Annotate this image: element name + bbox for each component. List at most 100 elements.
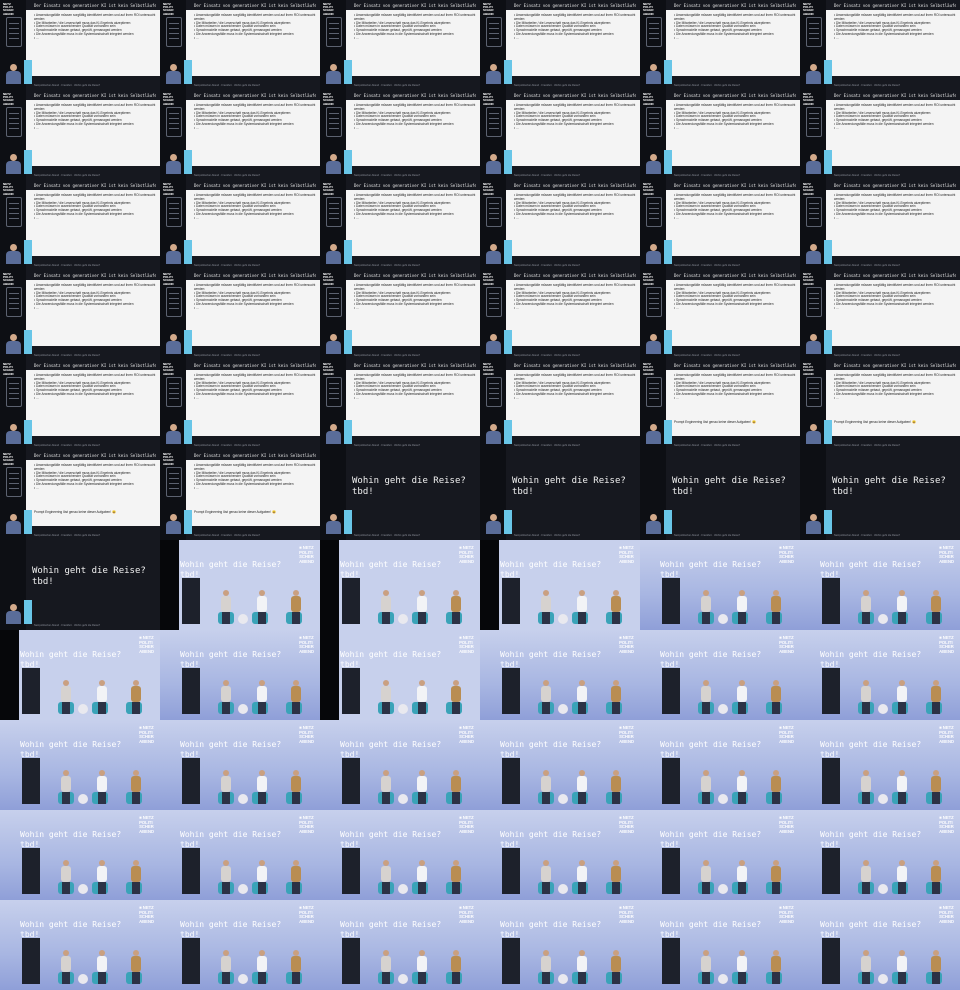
bullet-list: Anwendungsfälle müssen sorgfältig identi…	[674, 373, 796, 401]
panelist	[736, 950, 748, 984]
stage-photo: Wohin geht die Reise? tbd! ■ NETZ POLITI…	[640, 540, 800, 630]
bullet-list: Anwendungsfälle müssen sorgfältig identi…	[34, 13, 156, 41]
panelist	[380, 680, 392, 714]
bullet-list: Anwendungsfälle müssen sorgfältig identi…	[834, 103, 956, 131]
event-logo: NETZ POLITI SCHER ABEND	[3, 272, 14, 286]
side-table	[878, 884, 888, 894]
bullet-item: ...	[514, 396, 636, 401]
video-frame: Wohin geht die Reise? tbd! ■ NETZ POLITI…	[480, 900, 640, 990]
video-frame: NETZ POLITI SCHER ABEND Der Einsatz von …	[800, 0, 960, 90]
panelist	[256, 950, 268, 984]
panelist	[576, 950, 588, 984]
tower-illustration	[486, 107, 502, 137]
stage-logo: ■ NETZ POLITI SCHER ABEND	[619, 815, 634, 834]
slide-title: Der Einsatz von generativer KI ist kein …	[194, 453, 316, 458]
bullet-item: ...	[514, 306, 636, 311]
podium	[182, 758, 200, 804]
bullet-list: Anwendungsfälle müssen sorgfältig identi…	[514, 193, 636, 221]
panelist	[290, 680, 302, 714]
podium	[342, 938, 360, 984]
speaker-thumbnail	[324, 154, 342, 174]
panelist	[540, 680, 552, 714]
slide-footer: Netzpolitischer Abend · Frankfurt · Wohi…	[354, 354, 421, 357]
panelist	[700, 950, 712, 984]
video-frame: NETZ POLITI SCHER ABEND Der Einsatz von …	[480, 360, 640, 450]
slide-footer: Netzpolitischer Abend · Frankfurt · Wohi…	[674, 84, 741, 87]
accent-bar	[824, 420, 832, 444]
tower-illustration	[486, 197, 502, 227]
event-logo: NETZ POLITI SCHER ABEND	[323, 2, 334, 16]
stage-photo: Wohin geht die Reise? tbd! ■ NETZ POLITI…	[480, 810, 640, 900]
event-logo: NETZ POLITI SCHER ABEND	[3, 92, 14, 106]
accent-bar	[344, 510, 352, 534]
podium	[502, 848, 520, 894]
bullet-item: ...	[34, 306, 156, 311]
speaker-thumbnail	[4, 64, 22, 84]
side-table	[718, 704, 728, 714]
panelist	[540, 950, 552, 984]
panelist	[380, 590, 392, 624]
video-frame: NETZ POLITI SCHER ABEND Der Einsatz von …	[640, 180, 800, 270]
projected-text: Wohin geht die Reise? tbd!	[20, 650, 122, 669]
panelist	[700, 860, 712, 894]
accent-bar	[664, 60, 672, 84]
slide-body: Anwendungsfälle müssen sorgfältig identi…	[26, 460, 160, 526]
event-logo: NETZ POLITI SCHER ABEND	[163, 92, 174, 106]
slide-body: Anwendungsfälle müssen sorgfältig identi…	[666, 10, 800, 76]
slide-title: Der Einsatz von generativer KI ist kein …	[34, 93, 156, 98]
video-frame: Wohin geht die Reise? tbd! ■ NETZ POLITI…	[0, 720, 160, 810]
slide-body: Anwendungsfälle müssen sorgfältig identi…	[186, 190, 320, 256]
panelist	[540, 860, 552, 894]
slide-footer: Netzpolitischer Abend · Frankfurt · Wohi…	[834, 174, 901, 177]
slide-footer: Netzpolitischer Abend · Frankfurt · Wohi…	[194, 444, 261, 447]
podium	[502, 938, 520, 984]
panelist	[860, 950, 872, 984]
bullet-list: Anwendungsfälle müssen sorgfältig identi…	[194, 463, 316, 491]
accent-bar	[504, 240, 512, 264]
side-table	[558, 884, 568, 894]
panelist	[770, 770, 782, 804]
slide-body: Anwendungsfälle müssen sorgfältig identi…	[26, 280, 160, 346]
side-table	[238, 704, 248, 714]
bullet-list: Anwendungsfälle müssen sorgfältig identi…	[834, 283, 956, 311]
stage-photo: Wohin geht die Reise? tbd! ■ NETZ POLITI…	[320, 810, 480, 900]
projected-text: Wohin geht die Reise? tbd!	[500, 740, 602, 759]
speaker-thumbnail	[324, 334, 342, 354]
panelist	[896, 680, 908, 714]
slide-footer: Netzpolitischer Abend · Frankfurt · Wohi…	[194, 534, 261, 537]
event-logo: NETZ POLITI SCHER ABEND	[483, 362, 494, 376]
slide-title: Der Einsatz von generativer KI ist kein …	[194, 3, 316, 8]
video-frame: NETZ POLITI SCHER ABEND Der Einsatz von …	[160, 270, 320, 360]
event-logo: NETZ POLITI SCHER ABEND	[3, 362, 14, 376]
panelist	[896, 770, 908, 804]
projected-text: Wohin geht die Reise? tbd!	[180, 920, 282, 939]
slide-title: Der Einsatz von generativer KI ist kein …	[354, 93, 476, 98]
panelist	[130, 950, 142, 984]
video-frame: NETZ POLITI SCHER ABEND Der Einsatz von …	[0, 90, 160, 180]
panelist	[380, 770, 392, 804]
slide-body: Anwendungsfälle müssen sorgfältig identi…	[346, 370, 480, 436]
panelist	[576, 860, 588, 894]
slide-footer: Netzpolitischer Abend · Frankfurt · Wohi…	[34, 264, 101, 267]
speaker-thumbnail	[4, 604, 22, 624]
tower-illustration	[326, 107, 342, 137]
panelist	[930, 680, 942, 714]
tower-illustration	[166, 467, 182, 497]
projected-text: Wohin geht die Reise? tbd!	[180, 740, 282, 759]
bullet-item: ...	[194, 306, 316, 311]
bullet-list: Anwendungsfälle müssen sorgfältig identi…	[194, 373, 316, 401]
video-frame: Wohin geht die Reise? tbd! ■ NETZ POLITI…	[160, 630, 320, 720]
speaker-thumbnail	[324, 64, 342, 84]
bullet-item: ...	[194, 396, 316, 401]
slide-footer: Netzpolitischer Abend · Frankfurt · Wohi…	[34, 84, 101, 87]
accent-bar	[824, 510, 832, 534]
stage-logo: ■ NETZ POLITI SCHER ABEND	[939, 725, 954, 744]
video-frame: NETZ POLITI SCHER ABEND Der Einsatz von …	[800, 90, 960, 180]
projected-text: Wohin geht die Reise? tbd!	[820, 740, 922, 759]
bullet-list: Anwendungsfälle müssen sorgfältig identi…	[194, 103, 316, 131]
stage-photo: Wohin geht die Reise? tbd! ■ NETZ POLITI…	[160, 720, 320, 810]
video-frame: Wohin geht die Reise? tbd! Netzpolitisch…	[320, 450, 480, 540]
video-frame: Wohin geht die Reise? tbd! ■ NETZ POLITI…	[160, 540, 320, 630]
panelist	[450, 770, 462, 804]
speaker-thumbnail	[644, 424, 662, 444]
